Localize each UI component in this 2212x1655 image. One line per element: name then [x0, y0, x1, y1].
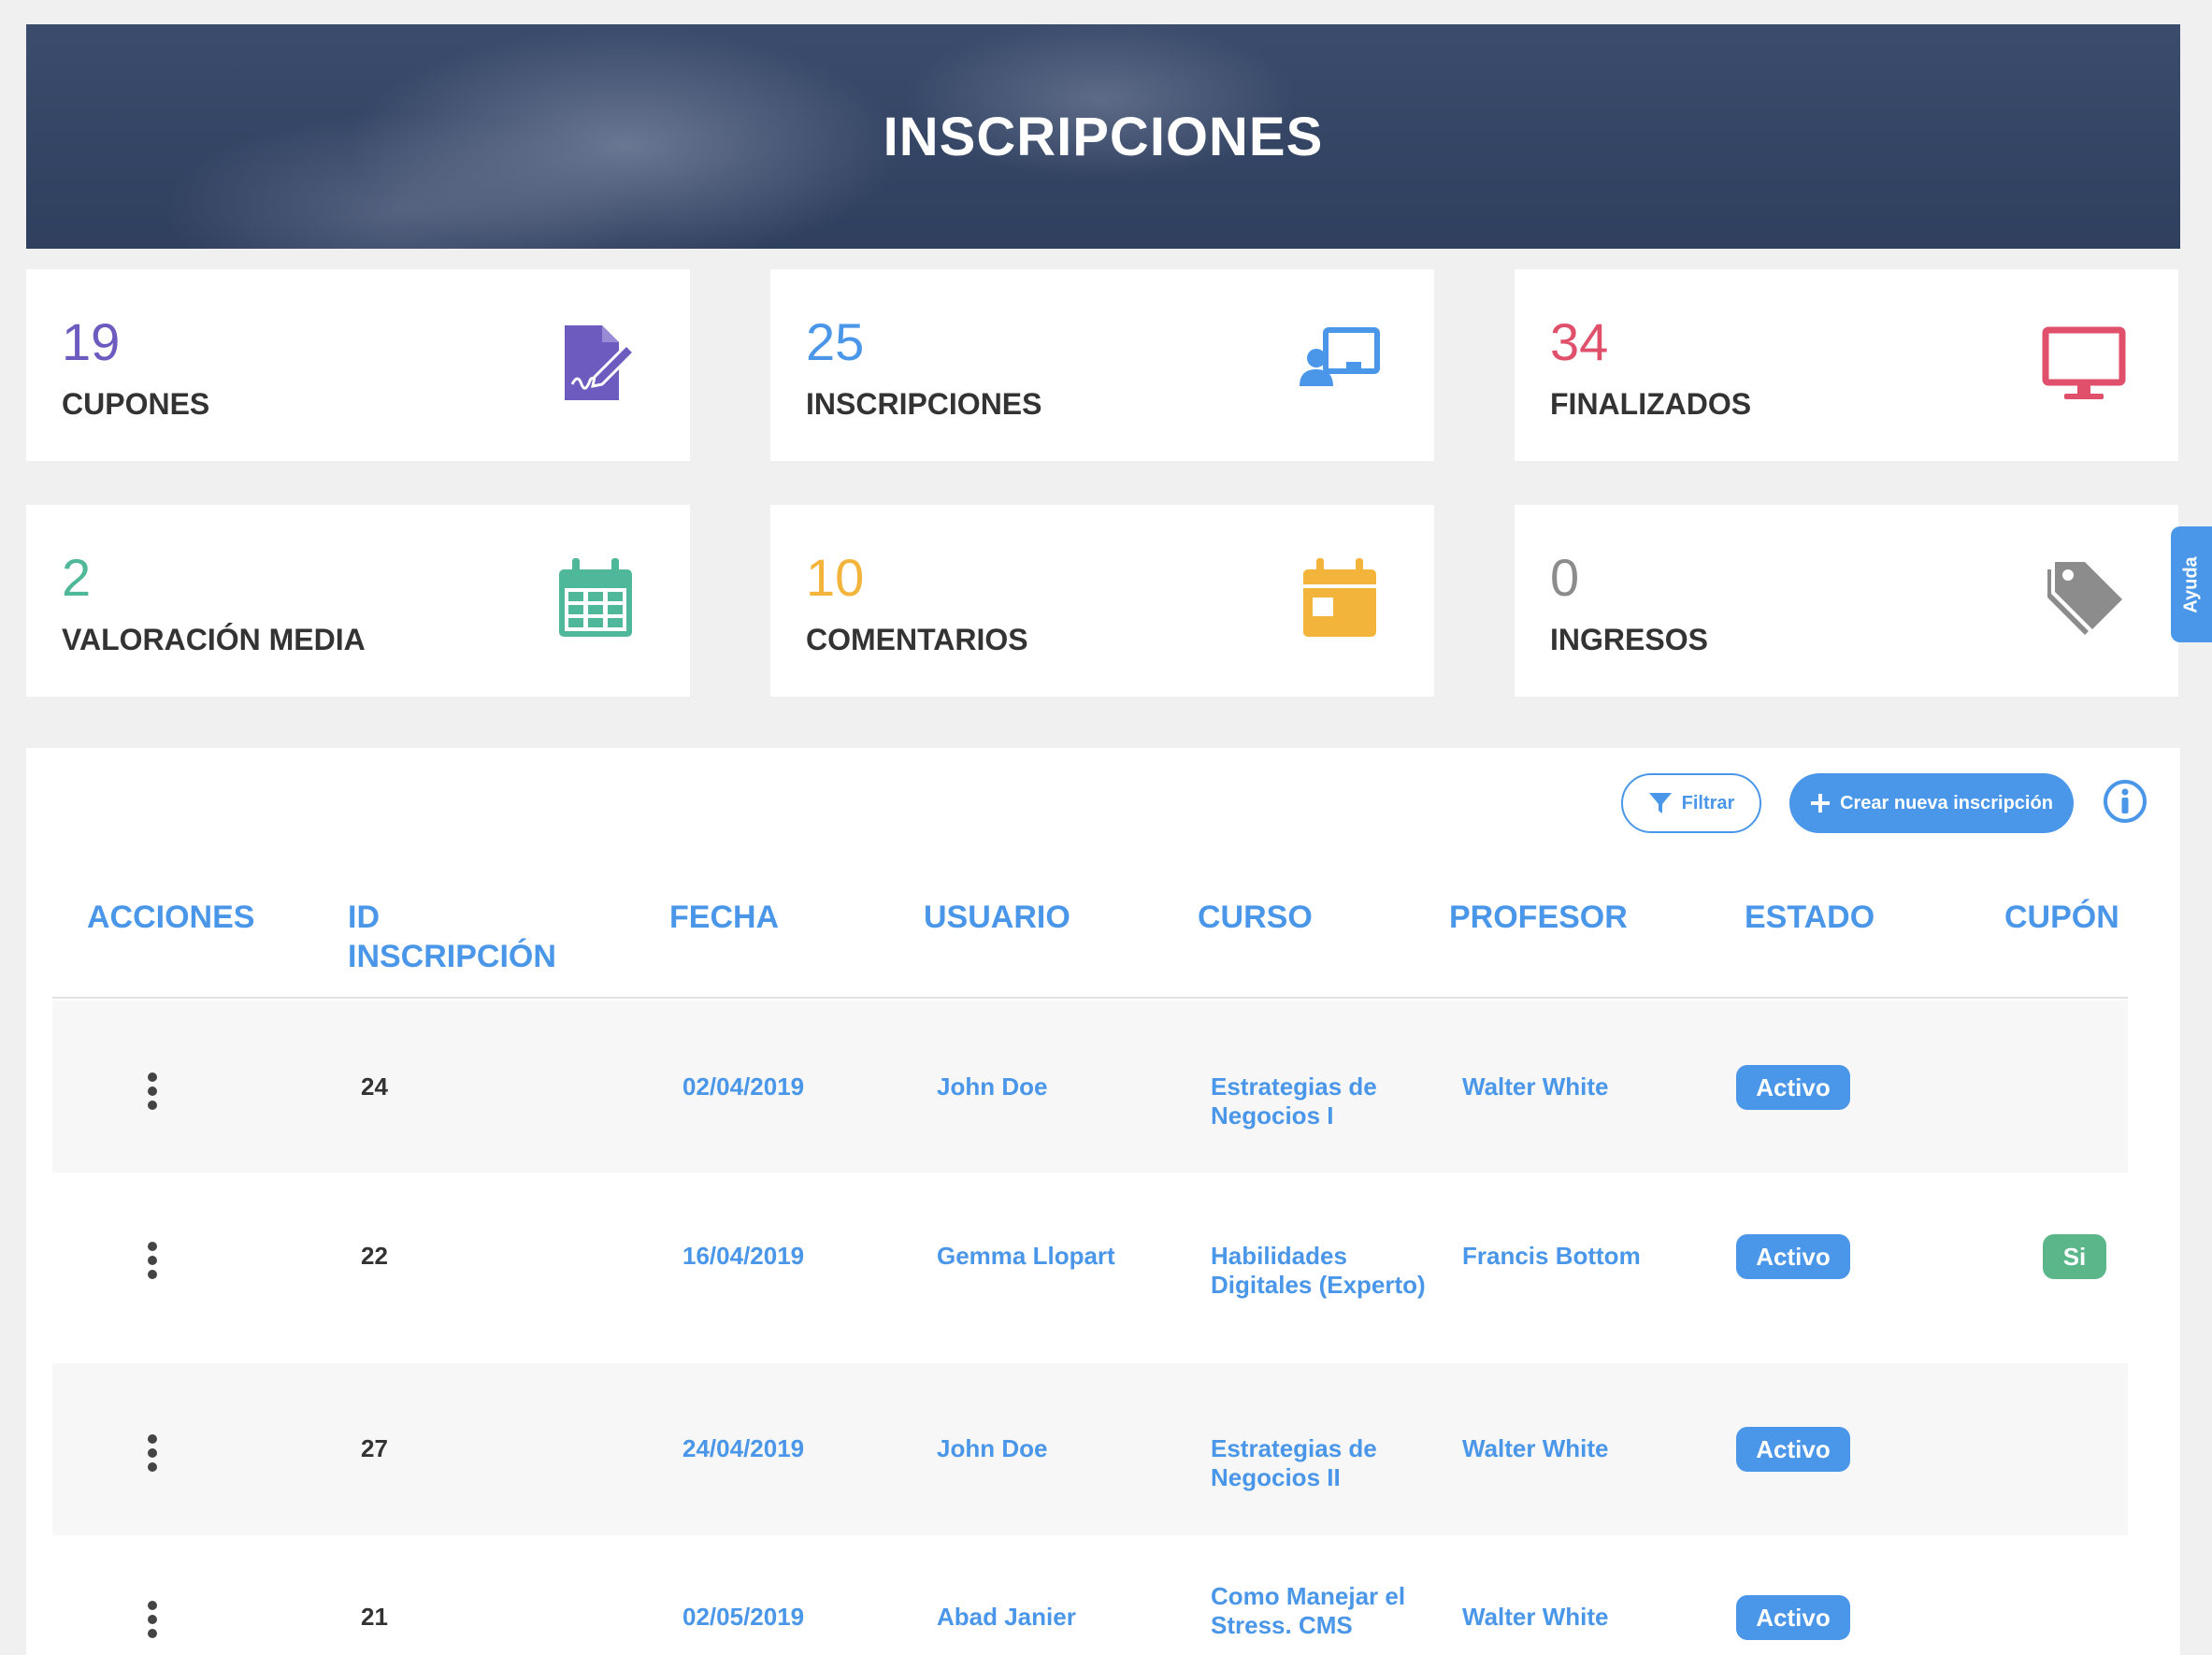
row-id: 22 [361, 1242, 388, 1270]
row-curso[interactable]: Como Manejar el Stress. CMS [1211, 1582, 1405, 1640]
create-enrollment-label: Crear nueva inscripción [1840, 792, 2053, 813]
info-icon[interactable] [2102, 778, 2148, 825]
row-profesor[interactable]: Walter White [1462, 1072, 1608, 1101]
funnel-icon [1648, 793, 1672, 813]
row-usuario[interactable]: Gemma Llopart [937, 1242, 1115, 1271]
stat-label: INGRESOS [1550, 623, 1708, 656]
page: INSCRIPCIONES 19 CUPONES 25 INSCRIPCIONE… [0, 0, 2212, 1655]
column-header-id-line2: INSCRIPCIÓN [348, 939, 556, 974]
column-header-profesor[interactable]: PROFESOR [1449, 898, 1628, 937]
stat-value: 19 [62, 312, 121, 371]
stat-label: FINALIZADOS [1550, 387, 1752, 421]
help-tab-label: Ayuda [2180, 555, 2202, 613]
filter-button[interactable]: Filtrar [1621, 773, 1761, 833]
row-profesor[interactable]: Francis Bottom [1462, 1242, 1641, 1271]
row-id: 24 [361, 1072, 388, 1101]
stat-label: INSCRIPCIONES [806, 387, 1042, 421]
row-id: 27 [361, 1434, 388, 1462]
row-actions-icon[interactable] [148, 1434, 159, 1476]
row-fecha[interactable]: 16/04/2019 [682, 1242, 804, 1271]
plus-icon [1811, 794, 1831, 813]
table-row[interactable]: 22 16/04/2019 Gemma Llopart Habilidades … [52, 1173, 2128, 1363]
column-header-id-line1: ID [348, 899, 380, 935]
row-curso-line1: Estrategias de [1211, 1434, 1377, 1462]
row-curso[interactable]: Estrategias de Negocios I [1211, 1072, 1377, 1130]
signed-document-icon [565, 325, 637, 400]
column-header-usuario[interactable]: USUARIO [924, 898, 1070, 937]
stat-card-finalizados[interactable]: 34 FINALIZADOS [1515, 269, 2178, 461]
column-header-curso[interactable]: CURSO [1198, 898, 1313, 937]
row-curso-line1: Habilidades [1211, 1242, 1347, 1270]
stat-value: 2 [62, 548, 92, 607]
stat-value: 0 [1550, 548, 1580, 607]
stat-card-valoracion[interactable]: 2 VALORACIÓN MEDIA [26, 505, 690, 697]
stat-label: COMENTARIOS [806, 623, 1028, 656]
calendar-grid-icon [559, 558, 632, 637]
row-actions-icon[interactable] [148, 1242, 159, 1284]
table-row[interactable]: 21 02/05/2019 Abad Janier Como Manejar e… [52, 1535, 2128, 1655]
stat-card-comentarios[interactable]: 10 COMENTARIOS [770, 505, 1434, 697]
stat-card-cupones[interactable]: 19 CUPONES [26, 269, 690, 461]
create-enrollment-button[interactable]: Crear nueva inscripción [1789, 773, 2074, 833]
column-header-fecha[interactable]: FECHA [669, 898, 779, 937]
status-badge: Activo [1736, 1234, 1850, 1279]
tags-icon [2047, 562, 2122, 635]
row-fecha[interactable]: 24/04/2019 [682, 1434, 804, 1463]
stat-card-ingresos[interactable]: 0 INGRESOS [1515, 505, 2178, 697]
table-row[interactable]: 27 24/04/2019 John Doe Estrategias de Ne… [52, 1363, 2128, 1535]
row-curso-line2: Digitales (Experto) [1211, 1271, 1426, 1299]
row-curso-line2: Stress. CMS [1211, 1611, 1353, 1639]
table-header: ACCIONES ID INSCRIPCIÓN FECHA USUARIO CU… [52, 898, 2128, 999]
column-header-acciones[interactable]: ACCIONES [87, 898, 254, 937]
row-usuario[interactable]: John Doe [937, 1434, 1047, 1463]
column-header-id[interactable]: ID INSCRIPCIÓN [348, 898, 556, 976]
row-curso-line1: Estrategias de [1211, 1072, 1377, 1101]
table-row[interactable]: 24 02/04/2019 John Doe Estrategias de Ne… [52, 1000, 2128, 1173]
row-id: 21 [361, 1603, 388, 1631]
column-header-estado[interactable]: ESTADO [1745, 898, 1874, 937]
help-tab[interactable]: Ayuda [2171, 526, 2212, 642]
status-badge: Activo [1736, 1427, 1850, 1472]
stat-value: 34 [1550, 312, 1609, 371]
monitor-icon [2042, 326, 2126, 399]
row-curso-line2: Negocios I [1211, 1101, 1334, 1130]
row-curso-line2: Negocios II [1211, 1463, 1341, 1491]
status-badge: Activo [1736, 1065, 1850, 1110]
row-usuario[interactable]: John Doe [937, 1072, 1047, 1101]
row-actions-icon[interactable] [148, 1601, 159, 1643]
stat-label: CUPONES [62, 387, 210, 421]
page-title: INSCRIPCIONES [883, 106, 1324, 167]
coupon-badge: Si [2043, 1234, 2106, 1279]
column-header-cupon[interactable]: CUPÓN [2004, 898, 2119, 937]
row-actions-icon[interactable] [148, 1072, 159, 1115]
hero-banner: INSCRIPCIONES [26, 24, 2180, 249]
stat-label: VALORACIÓN MEDIA [62, 623, 366, 656]
row-usuario[interactable]: Abad Janier [937, 1603, 1076, 1632]
row-curso[interactable]: Habilidades Digitales (Experto) [1211, 1242, 1426, 1300]
stat-value: 25 [806, 312, 865, 371]
enrollments-panel: Filtrar Crear nueva inscripción ACCIONES… [26, 748, 2180, 1655]
row-profesor[interactable]: Walter White [1462, 1434, 1608, 1463]
row-profesor[interactable]: Walter White [1462, 1603, 1608, 1632]
calendar-icon [1303, 558, 1376, 637]
online-class-icon [1300, 327, 1380, 386]
stat-value: 10 [806, 548, 865, 607]
row-curso-line1: Como Manejar el [1211, 1582, 1406, 1610]
filter-button-label: Filtrar [1681, 792, 1735, 813]
row-fecha[interactable]: 02/05/2019 [682, 1603, 804, 1632]
status-badge: Activo [1736, 1595, 1850, 1640]
row-curso[interactable]: Estrategias de Negocios II [1211, 1434, 1377, 1492]
stat-card-inscripciones[interactable]: 25 INSCRIPCIONES [770, 269, 1434, 461]
row-fecha[interactable]: 02/04/2019 [682, 1072, 804, 1101]
